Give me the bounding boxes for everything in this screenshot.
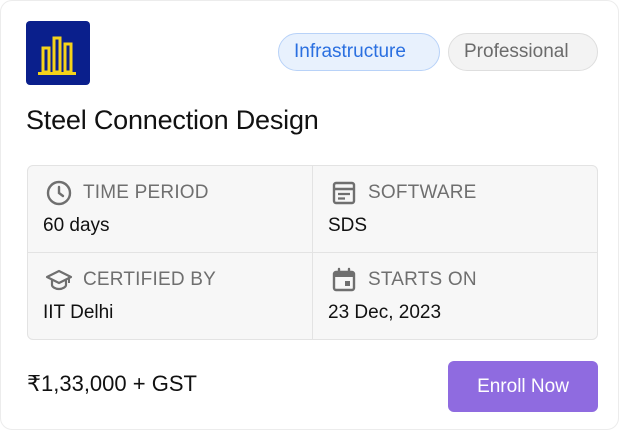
course-details-grid: TIME PERIOD 60 days SOFTWARE SDS CERTIFI… — [27, 165, 598, 340]
time-period-value: 60 days — [43, 215, 110, 236]
detail-software: SOFTWARE SDS — [313, 166, 597, 253]
software-label: SOFTWARE — [368, 182, 477, 203]
certified-by-value: IIT Delhi — [43, 302, 114, 323]
enroll-now-button[interactable]: Enroll Now — [448, 361, 598, 412]
clock-icon — [46, 180, 72, 206]
time-period-label: TIME PERIOD — [83, 182, 209, 203]
detail-time-period: TIME PERIOD 60 days — [28, 166, 313, 253]
calendar-icon — [332, 267, 356, 292]
detail-certified-by: CERTIFIED BY IIT Delhi — [28, 253, 313, 339]
course-title: Steel Connection Design — [26, 105, 319, 135]
course-logo — [26, 21, 90, 85]
detail-starts-on: STARTS ON 23 Dec, 2023 — [313, 253, 597, 339]
course-price: ₹1,33,000 + GST — [27, 371, 197, 396]
software-window-icon — [332, 181, 356, 205]
tag-professional: Professional — [448, 33, 598, 71]
graduation-cap-icon — [45, 269, 73, 291]
software-value: SDS — [328, 215, 368, 236]
starts-on-label: STARTS ON — [368, 269, 477, 290]
course-card: Infrastructure Professional Steel Connec… — [0, 0, 619, 430]
certified-by-label: CERTIFIED BY — [83, 269, 216, 290]
bar-chart-building-icon — [38, 36, 76, 75]
starts-on-value: 23 Dec, 2023 — [328, 302, 442, 323]
tag-infrastructure: Infrastructure — [278, 33, 440, 71]
